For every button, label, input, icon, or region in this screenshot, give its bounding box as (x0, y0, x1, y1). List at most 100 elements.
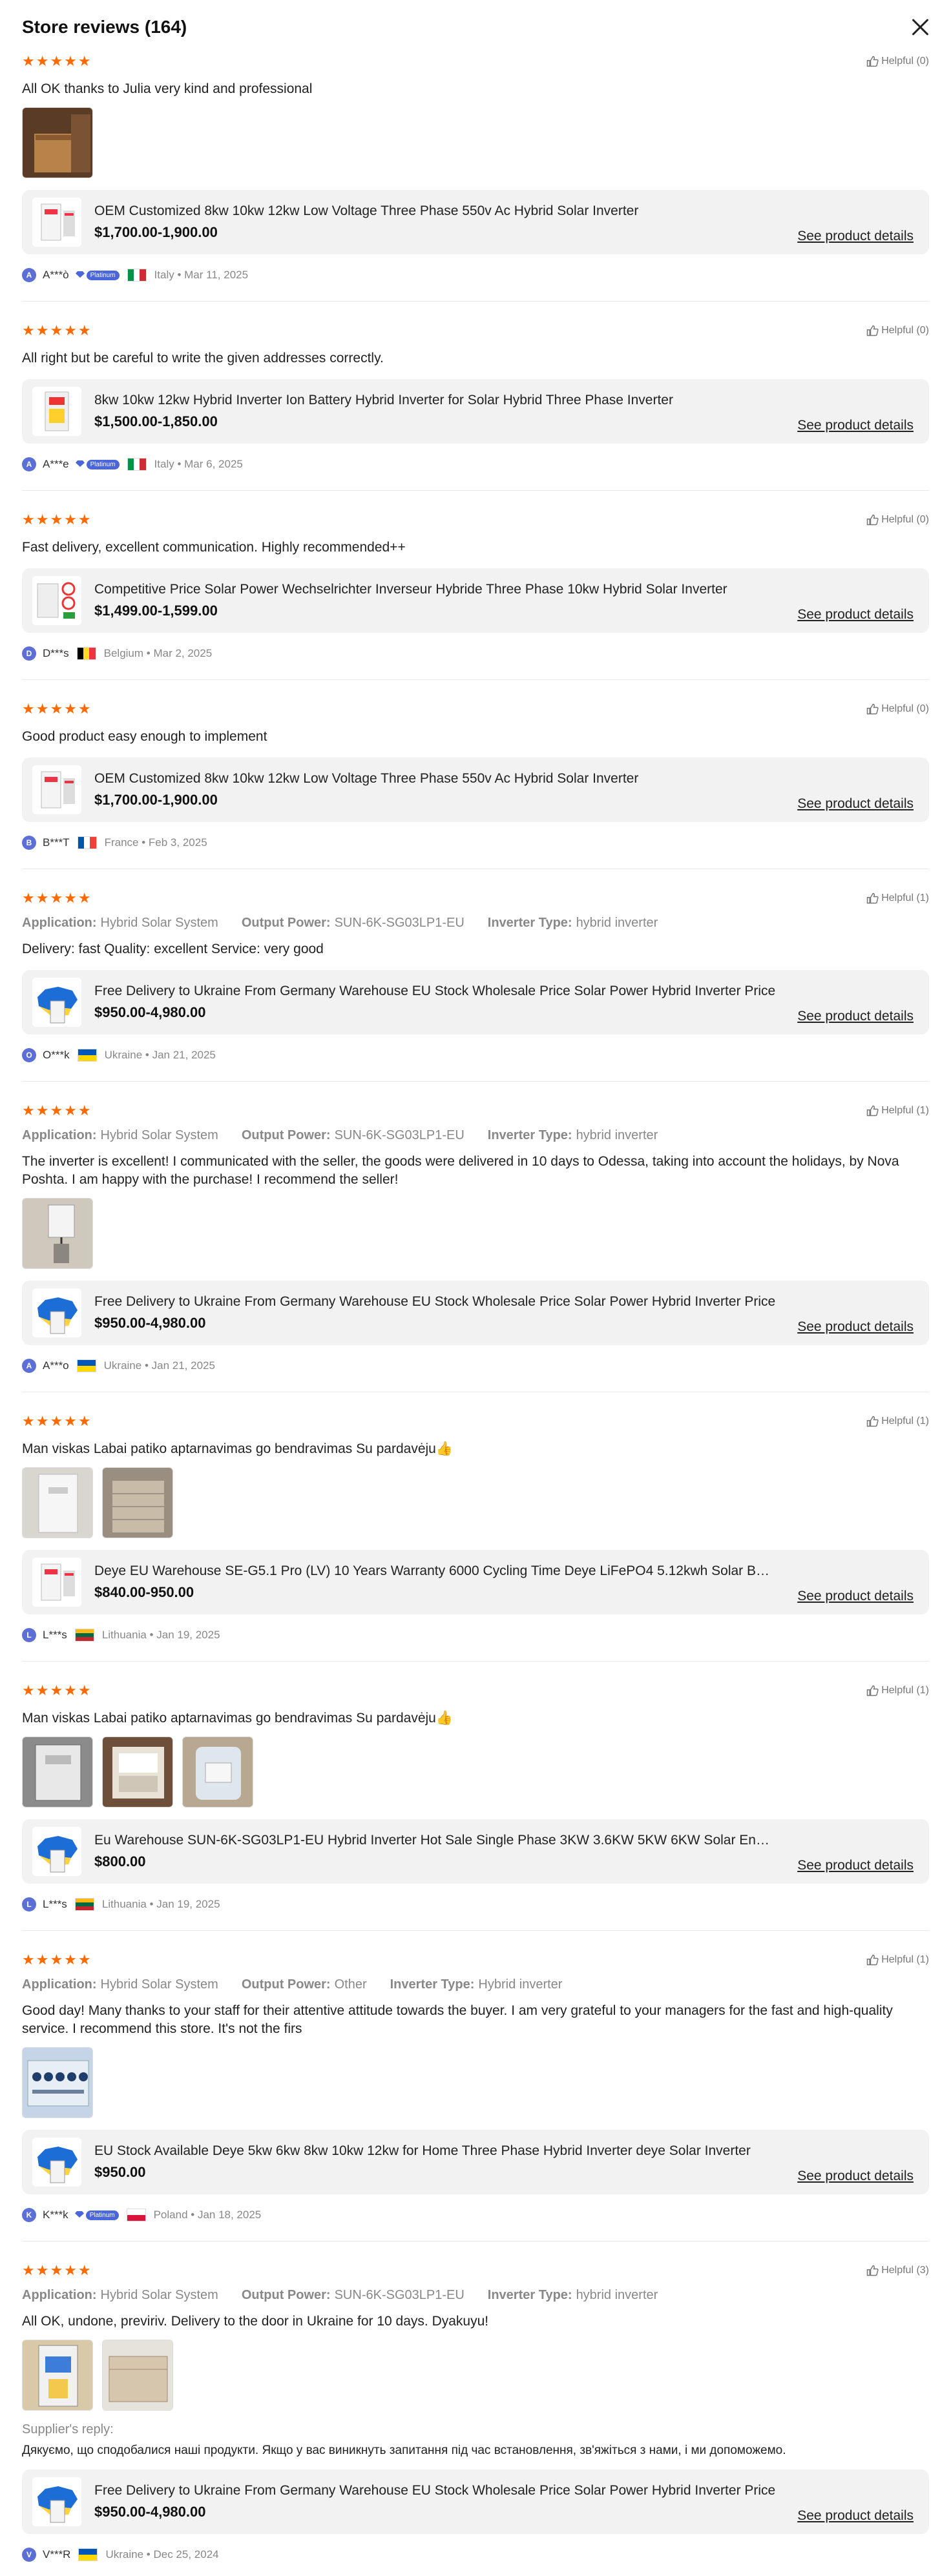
star-rating: ★★★★★ (22, 2262, 92, 2278)
product-card[interactable]: 8kw 10kw 12kw Hybrid Inverter Ion Batter… (22, 379, 929, 444)
helpful-button[interactable]: Helpful (1) (866, 1953, 929, 1966)
attribute-label: Application: (22, 916, 97, 930)
review-photo[interactable] (22, 107, 93, 178)
helpful-button[interactable]: Helpful (0) (866, 324, 929, 337)
see-product-details-link[interactable]: See product details (797, 1319, 914, 1335)
product-thumbnail[interactable] (32, 978, 81, 1027)
review-attribute: Inverter Type: hybrid inverter (488, 1127, 658, 1144)
thumbs-up-icon (866, 892, 879, 905)
product-card[interactable]: Free Delivery to Ukraine From Germany Wa… (22, 970, 929, 1035)
review-photo[interactable] (182, 1736, 253, 1808)
helpful-button[interactable]: Helpful (1) (866, 1684, 929, 1697)
reviewer-location-date: France • Feb 3, 2025 (104, 836, 207, 849)
product-thumbnail[interactable] (32, 387, 81, 436)
product-thumbnail[interactable] (32, 2138, 81, 2187)
review-list: ★★★★★ Helpful (0) All OK thanks to Julia… (22, 52, 929, 2576)
reviewer-name: V***R (43, 2548, 71, 2561)
review-photo[interactable] (102, 2340, 173, 2411)
reviewer-name: L***s (43, 1629, 67, 1641)
see-product-details-link[interactable]: See product details (797, 1858, 914, 1873)
attribute-value: hybrid inverter (576, 916, 658, 930)
see-product-details-link[interactable]: See product details (797, 229, 914, 244)
product-thumbnail[interactable] (32, 2477, 81, 2526)
review-text: Fast delivery, excellent communication. … (22, 540, 406, 555)
helpful-button[interactable]: Helpful (0) (866, 513, 929, 526)
product-thumbnail[interactable] (32, 1558, 81, 1607)
attribute-value: SUN-6K-SG03LP1-EU (334, 1128, 465, 1142)
product-name[interactable]: EU Stock Available Deye 5kw 6kw 8kw 10kw… (94, 2143, 777, 2159)
reviewer-country: Ukraine (105, 2548, 144, 2561)
helpful-button[interactable]: Helpful (1) (866, 1104, 929, 1117)
review-item: ★★★★★ Helpful (1) Application: Hybrid Sol… (22, 1931, 929, 2241)
attribute-value: Hybrid Solar System (100, 1128, 218, 1142)
diamond-icon (75, 458, 85, 471)
product-info: Deye EU Warehouse SE-G5.1 Pro (LV) 10 Ye… (94, 1563, 919, 1601)
reviewer-country: Ukraine (104, 1049, 143, 1061)
product-thumbnail[interactable] (32, 765, 81, 814)
helpful-button[interactable]: Helpful (1) (866, 892, 929, 905)
country-flag-icon (74, 1629, 94, 1642)
review-photos (22, 2047, 929, 2118)
see-product-details-link[interactable]: See product details (797, 1589, 914, 1604)
review-item: ★★★★★ Helpful (1) Application: Hybrid Sol… (22, 869, 929, 1082)
helpful-button[interactable]: Helpful (3) (866, 2264, 929, 2277)
product-card[interactable]: Eu Warehouse SUN-6K-SG03LP1-EU Hybrid In… (22, 1819, 929, 1884)
product-thumbnail[interactable] (32, 1827, 81, 1876)
product-name[interactable]: Competitive Price Solar Power Wechselric… (94, 582, 777, 597)
product-name[interactable]: OEM Customized 8kw 10kw 12kw Low Voltage… (94, 771, 777, 787)
product-name[interactable]: Free Delivery to Ukraine From Germany Wa… (94, 1294, 777, 1310)
review-photo[interactable] (22, 1198, 93, 1269)
attribute-value: Hybrid inverter (478, 1977, 563, 1992)
see-product-details-link[interactable]: See product details (797, 2508, 914, 2524)
product-name[interactable]: Deye EU Warehouse SE-G5.1 Pro (LV) 10 Ye… (94, 1563, 777, 1579)
thumbs-up-icon (866, 703, 879, 716)
see-product-details-link[interactable]: See product details (797, 796, 914, 812)
helpful-button[interactable]: Helpful (1) (866, 1415, 929, 1428)
product-name[interactable]: Free Delivery to Ukraine From Germany Wa… (94, 984, 777, 999)
product-name[interactable]: Eu Warehouse SUN-6K-SG03LP1-EU Hybrid In… (94, 1833, 777, 1848)
supplier-reply-text: Дякуємо, що сподобалися наші продукти. Я… (22, 2444, 786, 2457)
reviewer-meta: O O***k Ukraine • Jan 21, 2025 (22, 1047, 929, 1063)
product-card[interactable]: Free Delivery to Ukraine From Germany Wa… (22, 2469, 929, 2534)
reviewer-name: L***s (43, 1898, 67, 1910)
review-header: ★★★★★ Helpful (1) (22, 889, 929, 908)
see-product-details-link[interactable]: See product details (797, 607, 914, 623)
product-card[interactable]: OEM Customized 8kw 10kw 12kw Low Voltage… (22, 757, 929, 822)
helpful-count: Helpful (1) (881, 1954, 929, 1965)
product-thumbnail[interactable] (32, 576, 81, 625)
product-card[interactable]: Free Delivery to Ukraine From Germany Wa… (22, 1281, 929, 1345)
product-card[interactable]: Deye EU Warehouse SE-G5.1 Pro (LV) 10 Ye… (22, 1550, 929, 1614)
product-thumbnail[interactable] (32, 198, 81, 247)
see-product-details-link[interactable]: See product details (797, 418, 914, 433)
review-photo[interactable] (22, 1467, 93, 1538)
reviewer-meta: V V***R Ukraine • Dec 25, 2024 (22, 2547, 929, 2562)
avatar: D (22, 646, 36, 661)
review-photo[interactable] (22, 2047, 93, 2118)
review-attribute: Inverter Type: hybrid inverter (488, 914, 658, 931)
review-photo[interactable] (22, 1736, 93, 1808)
review-photo[interactable] (102, 1736, 173, 1808)
review-date: Jan 19, 2025 (156, 1898, 220, 1910)
product-thumbnail[interactable] (32, 1288, 81, 1337)
product-name[interactable]: Free Delivery to Ukraine From Germany Wa… (94, 2483, 777, 2499)
review-item: ★★★★★ Helpful (0) All right but be caref… (22, 302, 929, 491)
reviewer-name: A***ò (43, 269, 69, 281)
review-text: All OK, undone, previriv. Delivery to th… (22, 2314, 489, 2329)
see-product-details-link[interactable]: See product details (797, 1009, 914, 1024)
close-icon[interactable] (907, 14, 933, 40)
attribute-value: Hybrid Solar System (100, 1977, 218, 1992)
product-info: Eu Warehouse SUN-6K-SG03LP1-EU Hybrid In… (94, 1833, 919, 1870)
country-flag-icon (127, 269, 147, 282)
see-product-details-link[interactable]: See product details (797, 2169, 914, 2184)
product-name[interactable]: OEM Customized 8kw 10kw 12kw Low Voltage… (94, 203, 777, 219)
helpful-button[interactable]: Helpful (0) (866, 55, 929, 68)
reviewer-meta: A A***o Ukraine • Jan 21, 2025 (22, 1358, 929, 1374)
product-card[interactable]: OEM Customized 8kw 10kw 12kw Low Voltage… (22, 190, 929, 254)
product-card[interactable]: Competitive Price Solar Power Wechselric… (22, 568, 929, 633)
attribute-label: Output Power: (241, 2288, 331, 2302)
product-name[interactable]: 8kw 10kw 12kw Hybrid Inverter Ion Batter… (94, 393, 777, 408)
review-photo[interactable] (22, 2340, 93, 2411)
helpful-button[interactable]: Helpful (0) (866, 703, 929, 716)
product-card[interactable]: EU Stock Available Deye 5kw 6kw 8kw 10kw… (22, 2130, 929, 2194)
review-photo[interactable] (102, 1467, 173, 1538)
